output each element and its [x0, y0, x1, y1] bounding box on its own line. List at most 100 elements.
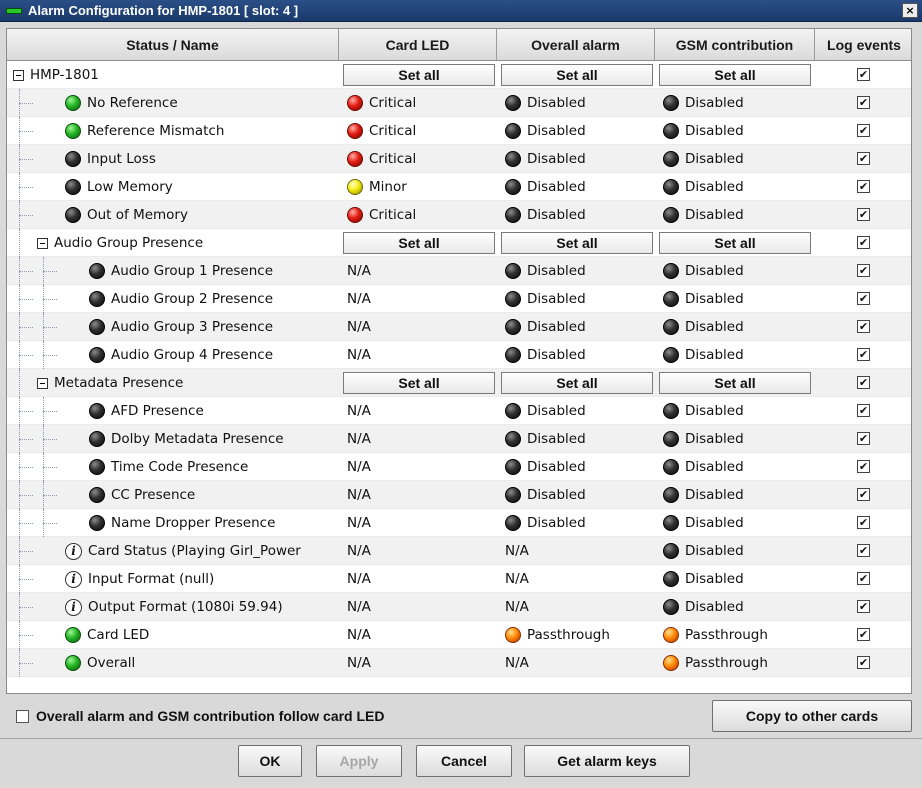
overall-alarm-cell[interactable]: Disabled: [497, 397, 655, 425]
card-led-cell[interactable]: Set all: [339, 369, 497, 397]
table-row[interactable]: Time Code Presence N/A Disabled Disabled ✔: [7, 453, 911, 481]
log-events-checkbox[interactable]: ✔: [857, 376, 870, 389]
card-led-cell[interactable]: N/A: [339, 621, 497, 649]
card-led-cell[interactable]: N/A: [339, 341, 497, 369]
set-all-button[interactable]: Set all: [501, 372, 653, 394]
overall-alarm-cell[interactable]: Disabled: [497, 173, 655, 201]
card-led-cell[interactable]: N/A: [339, 313, 497, 341]
set-all-button[interactable]: Set all: [659, 372, 811, 394]
card-led-cell[interactable]: N/A: [339, 285, 497, 313]
table-row[interactable]: Input Loss Critical Disabled Disabled ✔: [7, 145, 911, 173]
collapse-icon[interactable]: [37, 237, 48, 249]
overall-alarm-cell[interactable]: Disabled: [497, 481, 655, 509]
log-events-checkbox[interactable]: ✔: [857, 96, 870, 109]
gsm-contribution-cell[interactable]: Disabled: [655, 201, 815, 229]
gsm-contribution-cell[interactable]: Disabled: [655, 509, 815, 537]
table-row[interactable]: AFD Presence N/A Disabled Disabled ✔: [7, 397, 911, 425]
table-row[interactable]: Dolby Metadata Presence N/A Disabled Disabl…: [7, 425, 911, 453]
log-events-checkbox[interactable]: ✔: [857, 68, 870, 81]
table-row[interactable]: Reference Mismatch Critical Disabled Disabl…: [7, 117, 911, 145]
collapse-icon[interactable]: [13, 69, 24, 81]
gsm-contribution-cell[interactable]: Disabled: [655, 593, 815, 621]
table-row[interactable]: i Card Status (Playing Girl_Power N/A N/A Di…: [7, 537, 911, 565]
gsm-contribution-cell[interactable]: Disabled: [655, 425, 815, 453]
log-events-checkbox[interactable]: ✔: [857, 488, 870, 501]
card-led-cell[interactable]: Set all: [339, 229, 497, 257]
log-events-checkbox[interactable]: ✔: [857, 348, 870, 361]
log-events-checkbox[interactable]: ✔: [857, 124, 870, 137]
gsm-contribution-cell[interactable]: Disabled: [655, 313, 815, 341]
overall-alarm-cell[interactable]: Disabled: [497, 89, 655, 117]
card-led-cell[interactable]: N/A: [339, 481, 497, 509]
log-events-checkbox[interactable]: ✔: [857, 208, 870, 221]
table-row[interactable]: Audio Group 3 Presence N/A Disabled Disable…: [7, 313, 911, 341]
gsm-contribution-cell[interactable]: Set all: [655, 369, 815, 397]
overall-alarm-cell[interactable]: Passthrough: [497, 621, 655, 649]
overall-alarm-cell[interactable]: Disabled: [497, 341, 655, 369]
gsm-contribution-cell[interactable]: Passthrough: [655, 649, 815, 677]
header-status-name[interactable]: Status / Name: [7, 29, 339, 61]
log-events-checkbox[interactable]: ✔: [857, 544, 870, 557]
card-led-cell[interactable]: Set all: [339, 61, 497, 89]
card-led-cell[interactable]: Critical: [339, 145, 497, 173]
table-row[interactable]: No Reference Critical Disabled Disabled ✔: [7, 89, 911, 117]
gsm-contribution-cell[interactable]: Disabled: [655, 397, 815, 425]
cancel-button[interactable]: Cancel: [416, 745, 512, 777]
overall-alarm-cell[interactable]: Set all: [497, 61, 655, 89]
set-all-button[interactable]: Set all: [343, 64, 495, 86]
header-gsm-contribution[interactable]: GSM contribution: [655, 29, 815, 61]
overall-alarm-cell[interactable]: Disabled: [497, 201, 655, 229]
overall-alarm-cell[interactable]: Disabled: [497, 257, 655, 285]
overall-alarm-cell[interactable]: N/A: [497, 649, 655, 677]
gsm-contribution-cell[interactable]: Disabled: [655, 565, 815, 593]
gsm-contribution-cell[interactable]: Passthrough: [655, 621, 815, 649]
follow-card-led-checkbox[interactable]: [16, 710, 29, 723]
apply-button[interactable]: Apply: [316, 745, 402, 777]
table-row[interactable]: Name Dropper Presence N/A Disabled Disabled…: [7, 509, 911, 537]
log-events-checkbox[interactable]: ✔: [857, 656, 870, 669]
log-events-checkbox[interactable]: ✔: [857, 460, 870, 473]
log-events-checkbox[interactable]: ✔: [857, 516, 870, 529]
gsm-contribution-cell[interactable]: Disabled: [655, 285, 815, 313]
get-alarm-keys-button[interactable]: Get alarm keys: [524, 745, 690, 777]
overall-alarm-cell[interactable]: Disabled: [497, 117, 655, 145]
gsm-contribution-cell[interactable]: Disabled: [655, 257, 815, 285]
overall-alarm-cell[interactable]: Disabled: [497, 285, 655, 313]
card-led-cell[interactable]: N/A: [339, 509, 497, 537]
gsm-contribution-cell[interactable]: Disabled: [655, 341, 815, 369]
gsm-contribution-cell[interactable]: Disabled: [655, 453, 815, 481]
overall-alarm-cell[interactable]: N/A: [497, 565, 655, 593]
table-row[interactable]: Audio Group 2 Presence N/A Disabled Disable…: [7, 285, 911, 313]
table-row[interactable]: Out of Memory Critical Disabled Disabled ✔: [7, 201, 911, 229]
overall-alarm-cell[interactable]: Disabled: [497, 145, 655, 173]
overall-alarm-cell[interactable]: Set all: [497, 229, 655, 257]
set-all-button[interactable]: Set all: [343, 372, 495, 394]
log-events-checkbox[interactable]: ✔: [857, 628, 870, 641]
gsm-contribution-cell[interactable]: Disabled: [655, 89, 815, 117]
card-led-cell[interactable]: N/A: [339, 565, 497, 593]
log-events-checkbox[interactable]: ✔: [857, 432, 870, 445]
ok-button[interactable]: OK: [238, 745, 302, 777]
log-events-checkbox[interactable]: ✔: [857, 264, 870, 277]
overall-alarm-cell[interactable]: Disabled: [497, 313, 655, 341]
copy-to-other-cards-button[interactable]: Copy to other cards: [712, 700, 912, 732]
log-events-checkbox[interactable]: ✔: [857, 572, 870, 585]
overall-alarm-cell[interactable]: N/A: [497, 537, 655, 565]
log-events-checkbox[interactable]: ✔: [857, 236, 870, 249]
card-led-cell[interactable]: N/A: [339, 537, 497, 565]
header-card-led[interactable]: Card LED: [339, 29, 497, 61]
gsm-contribution-cell[interactable]: Set all: [655, 229, 815, 257]
overall-alarm-cell[interactable]: N/A: [497, 593, 655, 621]
card-led-cell[interactable]: N/A: [339, 425, 497, 453]
log-events-checkbox[interactable]: ✔: [857, 600, 870, 613]
card-led-cell[interactable]: N/A: [339, 397, 497, 425]
table-row[interactable]: Audio Group 4 Presence N/A Disabled Disable…: [7, 341, 911, 369]
close-button[interactable]: ×: [902, 3, 918, 18]
log-events-checkbox[interactable]: ✔: [857, 404, 870, 417]
collapse-icon[interactable]: [37, 377, 48, 389]
card-led-cell[interactable]: N/A: [339, 453, 497, 481]
gsm-contribution-cell[interactable]: Disabled: [655, 117, 815, 145]
log-events-checkbox[interactable]: ✔: [857, 152, 870, 165]
header-log-events[interactable]: Log events: [815, 29, 911, 61]
card-led-cell[interactable]: N/A: [339, 257, 497, 285]
